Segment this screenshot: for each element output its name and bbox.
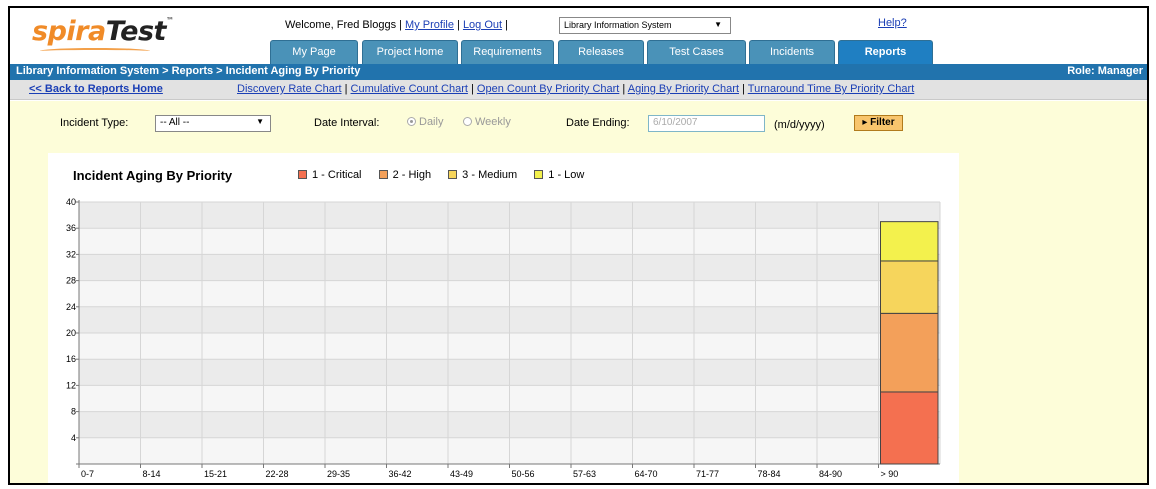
- breadcrumb-bar: Library Information System > Reports > I…: [10, 64, 1147, 80]
- separator: |: [470, 83, 474, 95]
- y-tick-label: 16: [66, 354, 76, 364]
- log-out-link[interactable]: Log Out: [463, 19, 502, 31]
- welcome-bar: Welcome, Fred Bloggs | My Profile | Log …: [285, 19, 508, 31]
- report-nav-bar: << Back to Reports Home Discovery Rate C…: [10, 80, 1147, 100]
- y-tick-label: 4: [71, 433, 76, 443]
- daily-radio[interactable]: Daily: [407, 116, 443, 128]
- weekly-radio-label: Weekly: [475, 116, 511, 128]
- incident-type-select[interactable]: -- All -- ▼: [155, 115, 271, 132]
- tab-project-home[interactable]: Project Home: [362, 40, 458, 64]
- y-tick-label: 36: [66, 223, 76, 233]
- weekly-radio[interactable]: Weekly: [463, 116, 511, 128]
- y-tick-label: 28: [66, 276, 76, 286]
- logo-text-spira: spira: [32, 16, 106, 47]
- breadcrumb: Library Information System > Reports > I…: [16, 65, 361, 77]
- x-tick-label: 29-35: [327, 469, 350, 479]
- y-tick-label: 12: [66, 380, 76, 390]
- aging-chart: 4 8 12 16 20 24 28 32 36 40 0-7 8-14 15-21 22-28 29-35…: [66, 197, 941, 479]
- chevron-down-icon: ▼: [714, 20, 722, 29]
- tab-test-cases[interactable]: Test Cases: [647, 40, 746, 64]
- incident-type-label: Incident Type:: [60, 117, 129, 129]
- report-content: Incident Type: -- All -- ▼ Date Interval…: [10, 101, 1147, 483]
- turnaround-time-by-priority-chart-link[interactable]: Turnaround Time By Priority Chart: [748, 83, 914, 95]
- radio-selected-icon: [407, 117, 416, 126]
- x-tick-label: 50-56: [512, 469, 535, 479]
- x-tick-label: 8-14: [143, 469, 161, 479]
- separator: |: [344, 83, 348, 95]
- x-tick-label: 15-21: [204, 469, 227, 479]
- y-tick-label: 20: [66, 328, 76, 338]
- tab-my-page[interactable]: My Page: [270, 40, 358, 64]
- x-tick-label: 43-49: [450, 469, 473, 479]
- header: spiraTest™ Welcome, Fred Bloggs | My Pro…: [10, 8, 1147, 65]
- date-interval-label: Date Interval:: [314, 117, 380, 129]
- open-count-by-priority-chart-link[interactable]: Open Count By Priority Chart: [477, 83, 619, 95]
- separator: |: [622, 83, 626, 95]
- tab-releases[interactable]: Releases: [558, 40, 644, 64]
- discovery-rate-chart-link[interactable]: Discovery Rate Chart: [237, 83, 342, 95]
- tab-requirements[interactable]: Requirements: [461, 40, 554, 64]
- spiratest-logo[interactable]: spiraTest™: [32, 16, 174, 47]
- bar-segment: [880, 312, 939, 393]
- y-tick-label: 8: [71, 407, 76, 417]
- date-format-hint: (m/d/yyyy): [774, 119, 825, 131]
- tab-incidents[interactable]: Incidents: [749, 40, 835, 64]
- aging-by-priority-chart-link[interactable]: Aging By Priority Chart: [628, 83, 739, 95]
- logo-tm: ™: [165, 16, 174, 25]
- x-tick-label: 78-84: [758, 469, 781, 479]
- separator: |: [457, 19, 460, 31]
- x-tick-label: 71-77: [696, 469, 719, 479]
- back-to-reports-link[interactable]: << Back to Reports Home: [29, 80, 163, 98]
- x-tick-label: 84-90: [819, 469, 842, 479]
- filter-panel: Incident Type: -- All -- ▼ Date Interval…: [10, 101, 1147, 141]
- cumulative-count-chart-link[interactable]: Cumulative Count Chart: [351, 83, 468, 95]
- x-tick-label: 22-28: [266, 469, 289, 479]
- x-tick-label: 57-63: [573, 469, 596, 479]
- welcome-text: Welcome, Fred Bloggs |: [285, 19, 402, 31]
- incident-type-value: -- All --: [160, 117, 190, 128]
- project-select[interactable]: Library Information System ▼: [559, 17, 731, 34]
- role-label: Role: Manager: [1067, 65, 1143, 77]
- date-ending-input[interactable]: 6/10/2007: [648, 115, 765, 132]
- chart-links: Discovery Rate Chart | Cumulative Count …: [237, 80, 914, 98]
- x-tick-label: > 90: [881, 469, 899, 479]
- help-link[interactable]: Help?: [878, 17, 907, 29]
- filter-button-label: Filter: [870, 117, 895, 128]
- y-tick-label: 24: [66, 302, 76, 312]
- separator: |: [742, 83, 745, 95]
- tab-reports[interactable]: Reports: [838, 40, 933, 65]
- x-tick-label: 64-70: [635, 469, 658, 479]
- date-ending-label: Date Ending:: [566, 117, 630, 129]
- daily-radio-label: Daily: [419, 116, 444, 128]
- my-profile-link[interactable]: My Profile: [405, 19, 454, 31]
- filter-button[interactable]: ▸ Filter: [854, 115, 903, 131]
- radio-unselected-icon: [463, 117, 472, 126]
- x-tick-label: 0-7: [81, 469, 94, 479]
- bar-segment: [880, 391, 939, 465]
- bar-segment: [880, 260, 939, 314]
- y-tick-label: 32: [66, 249, 76, 259]
- separator: |: [505, 19, 508, 31]
- logo-swoosh: [40, 48, 150, 54]
- chevron-down-icon: ▼: [256, 117, 264, 126]
- y-tick-label: 40: [66, 197, 76, 207]
- bar-segment: [880, 221, 939, 262]
- x-tick-label: 36-42: [389, 469, 412, 479]
- chart-panel: Incident Aging By Priority 1 - Critical …: [48, 153, 959, 483]
- app-window: spiraTest™ Welcome, Fred Bloggs | My Pro…: [8, 6, 1149, 485]
- project-select-value: Library Information System: [564, 20, 672, 30]
- logo-text-test: Test: [105, 16, 167, 47]
